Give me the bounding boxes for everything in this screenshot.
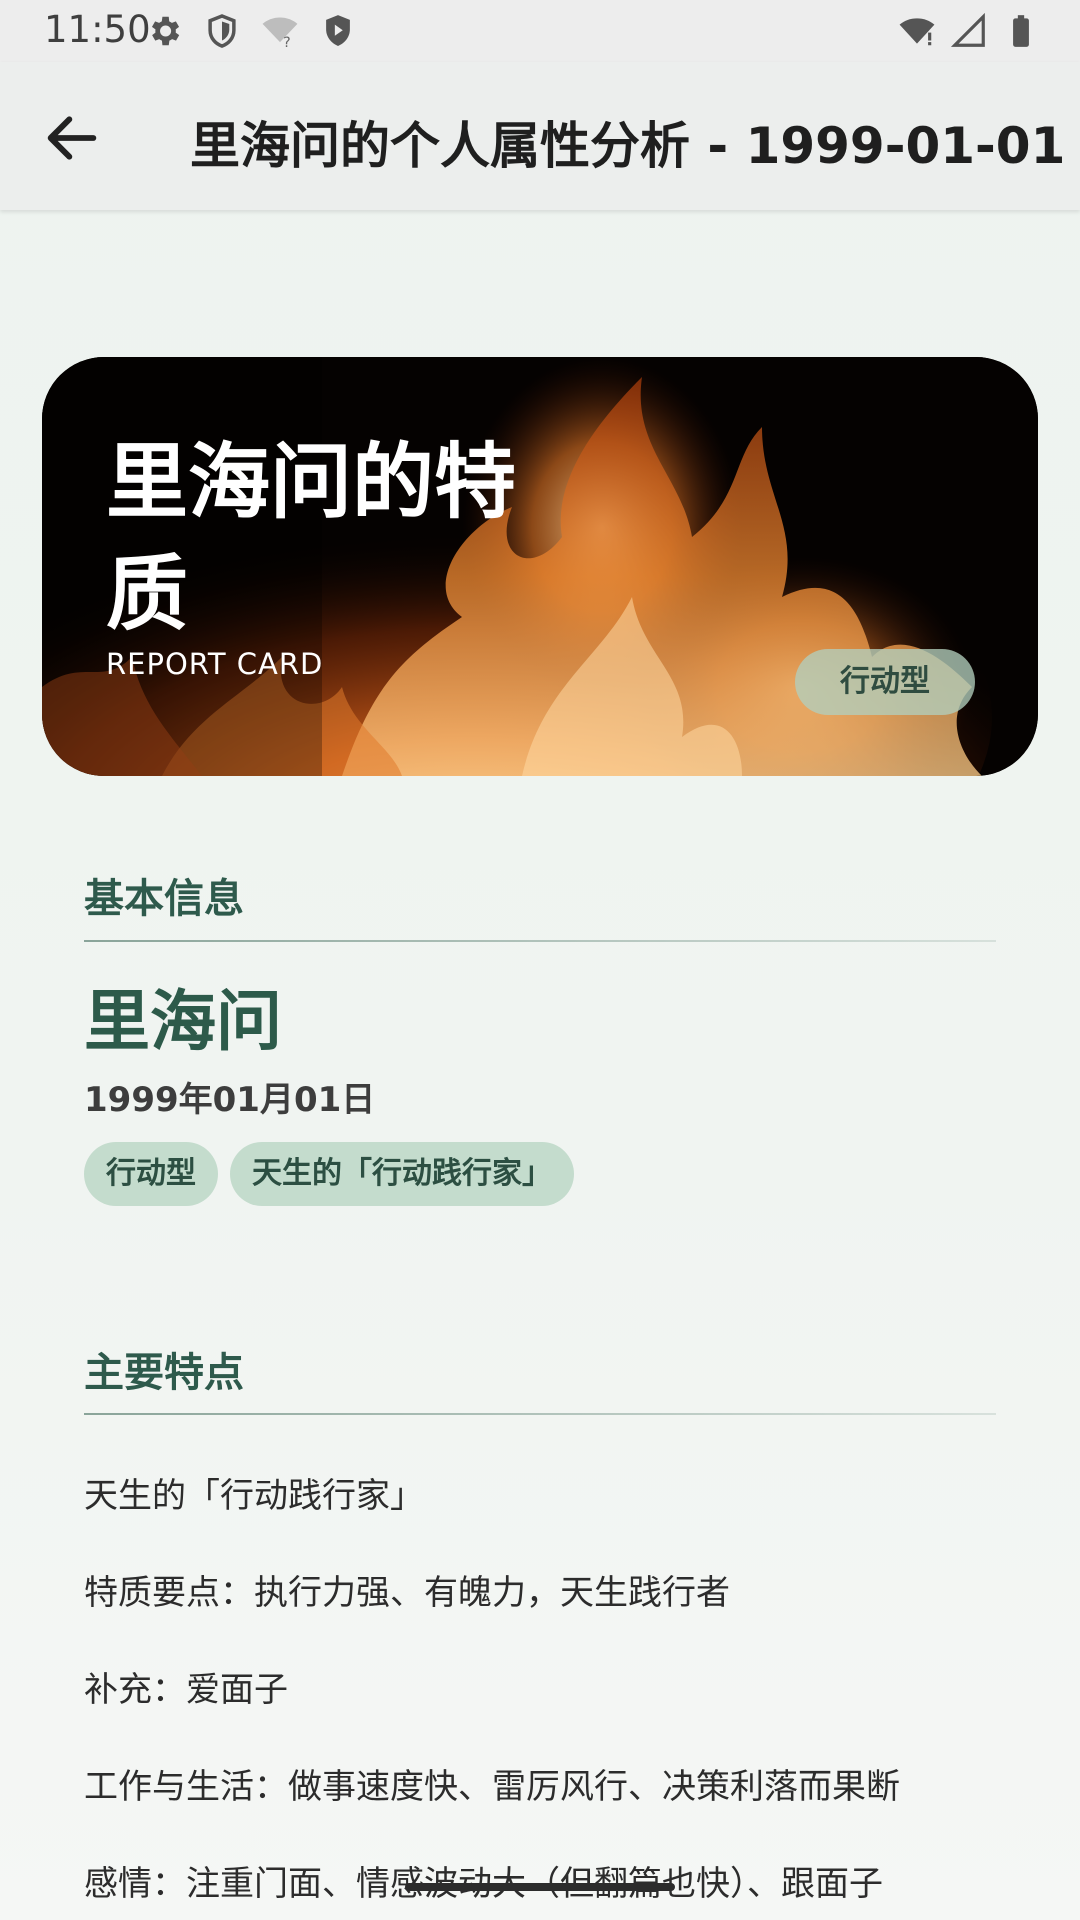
status-bar: 11:50 ? <box>0 0 1080 62</box>
trait-item: 感情：注重门面、情感波动大（但翻篇也快）、跟面子 <box>84 1856 883 1905</box>
battery-icon <box>1013 15 1029 47</box>
trait-item: 工作与生活：做事速度快、雷厉风行、决策利落而果断 <box>84 1767 900 1807</box>
trait-item: 特质要点：执行力强、有魄力，天生践行者 <box>84 1573 730 1613</box>
hero-card: 里海问的特质 REPORT CARD 行动型 <box>42 357 1038 776</box>
wifi-icon <box>899 18 935 46</box>
trait-item: 天生的「行动践行家」 <box>84 1476 424 1516</box>
settings-icon <box>151 16 180 46</box>
person-name: 里海问 <box>84 983 282 1060</box>
hero-subtitle: REPORT CARD <box>106 647 324 681</box>
signal-icon <box>950 12 985 47</box>
tag-list: 行动型 天生的「行动践行家」 <box>84 1142 574 1206</box>
status-time: 11:50 <box>44 8 151 51</box>
page-title: 里海问的个人属性分析 - 1999-01-01 <box>190 117 1066 175</box>
section-heading-traits: 主要特点 <box>84 1350 244 1396</box>
section-divider <box>84 940 996 942</box>
svg-text:?: ? <box>283 35 291 50</box>
wifi-question-icon: ? <box>262 17 298 50</box>
arrow-back-icon[interactable] <box>40 106 104 170</box>
section-heading-basic-info: 基本信息 <box>84 876 244 922</box>
screen: 11:50 ? 里海问的个人属性分析 - 1999-01-01 里海问的特质 R… <box>0 0 1080 1920</box>
birth-date: 1999年01月01日 <box>84 1080 376 1120</box>
gesture-nav-handle[interactable] <box>405 1883 675 1891</box>
tag-chip: 行动型 <box>84 1142 218 1206</box>
shield-icon <box>208 14 236 48</box>
trait-item: 补充：爱面子 <box>84 1670 288 1710</box>
section-divider <box>84 1413 996 1415</box>
vpn-shield-icon <box>326 15 350 47</box>
app-bar: 里海问的个人属性分析 - 1999-01-01 <box>0 62 1080 210</box>
hero-title: 里海问的特质 <box>106 435 517 642</box>
type-badge: 行动型 <box>795 649 975 715</box>
tag-chip: 天生的「行动践行家」 <box>230 1142 574 1206</box>
